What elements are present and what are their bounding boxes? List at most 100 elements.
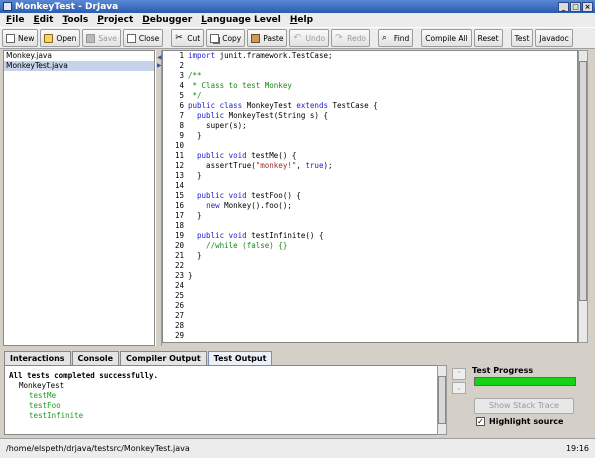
menu-tools[interactable]: Tools [62, 15, 88, 25]
highlight-source-label: Highlight source [489, 417, 564, 426]
test-suite-name: MonkeyTest [19, 381, 65, 390]
line-number: 28 [174, 321, 184, 330]
code-line: 17 } [163, 211, 577, 221]
minimize-icon[interactable]: _ [558, 1, 569, 12]
code-line: 27 [163, 311, 577, 321]
close-button[interactable]: Close [122, 29, 164, 47]
code-line: 29 [163, 331, 577, 341]
code-editor[interactable]: 1 import junit.framework.TestCase; 2 3 /** 4 … [162, 50, 578, 343]
tab-test-output[interactable]: Test Output [207, 351, 273, 365]
next-error-icon[interactable]: ⌄ [452, 382, 466, 394]
test-item[interactable]: testMe [9, 391, 439, 401]
menu-help[interactable]: Help [290, 15, 313, 25]
folder-icon [44, 33, 54, 43]
code-line: 7 public MonkeyTest(String s) { [163, 111, 577, 121]
code-line: 19 public void testInfinite() { [163, 231, 577, 241]
compile-all-button[interactable]: Compile All [421, 29, 472, 47]
tab-interactions[interactable]: Interactions [4, 351, 71, 365]
code-line: 9 } [163, 131, 577, 141]
cut-label: Cut [187, 33, 201, 43]
code-line: 4 * Class to test Monkey [163, 81, 577, 91]
show-stack-trace-button[interactable]: Show Stack Trace [474, 398, 574, 414]
line-number: 1 [179, 51, 184, 60]
code-line: 8 super(s); [163, 121, 577, 131]
line-number: 14 [174, 181, 184, 190]
code-text: /** [188, 71, 202, 80]
line-number: 29 [174, 331, 184, 340]
close-window-icon[interactable]: × [582, 1, 593, 12]
line-number: 19 [174, 231, 184, 240]
paste-button[interactable]: Paste [247, 29, 288, 47]
code-line: 26 [163, 301, 577, 311]
code-text: //while (false) {} [188, 241, 288, 250]
line-number: 26 [174, 301, 184, 310]
test-item[interactable]: testInfinite [9, 411, 439, 421]
file-item-monkey[interactable]: Monkey.java [4, 51, 154, 61]
code-line: 13 } [163, 171, 577, 181]
menu-language-level[interactable]: Language Level [201, 15, 281, 25]
code-line: 2 [163, 61, 577, 71]
test-item[interactable]: testFoo [9, 401, 439, 411]
code-text: public void testMe() { [197, 151, 297, 160]
code-text: */ [188, 91, 202, 100]
redo-label: Redo [347, 33, 366, 43]
javadoc-button[interactable]: Javadoc [535, 29, 573, 47]
copy-button[interactable]: Copy [206, 29, 246, 47]
line-number: 10 [174, 141, 184, 150]
tab-console[interactable]: Console [71, 351, 120, 365]
output-scroll-thumb[interactable] [438, 376, 446, 424]
test-output-pane[interactable]: All tests completed successfully. Monkey… [4, 365, 440, 435]
undo-button[interactable]: ↶ Undo [289, 29, 330, 47]
collapse-left-icon[interactable]: ◀ [157, 54, 162, 61]
clipboard-icon [251, 33, 261, 43]
code-text: import junit.framework.TestCase; [188, 51, 333, 60]
test-button[interactable]: Test [510, 29, 534, 47]
code-line: 16 new Monkey().foo(); [163, 201, 577, 211]
code-text: } [188, 211, 202, 220]
editor-scrollbar[interactable] [578, 50, 588, 343]
redo-button[interactable]: ↷ Redo [331, 29, 370, 47]
code-line: 15 public void testFoo() { [163, 191, 577, 201]
menu-debugger[interactable]: Debugger [142, 15, 192, 25]
line-number: 11 [174, 151, 184, 160]
menu-project[interactable]: Project [97, 15, 133, 25]
reset-button[interactable]: Reset [473, 29, 503, 47]
redo-icon: ↷ [335, 32, 343, 43]
line-number: 22 [174, 261, 184, 270]
copy-label: Copy [222, 33, 242, 43]
menu-edit[interactable]: Edit [33, 15, 53, 25]
javadoc-label: Javadoc [539, 33, 569, 43]
bottom-tabs: Interactions Console Compiler Output Tes… [4, 351, 273, 365]
horizontal-splitter[interactable] [0, 346, 595, 350]
find-button[interactable]: ⌕ Find [377, 29, 414, 47]
editor-scroll-thumb[interactable] [579, 61, 587, 301]
expand-right-icon[interactable]: ▶ [157, 62, 162, 69]
save-button[interactable]: Save [82, 29, 121, 47]
file-item-monkeytest[interactable]: MonkeyTest.java [4, 61, 154, 71]
new-file-icon [6, 33, 15, 43]
open-button[interactable]: Open [40, 29, 81, 47]
highlight-source-row: ✓ Highlight source [476, 417, 590, 426]
maximize-icon[interactable]: □ [570, 1, 581, 12]
new-button[interactable]: New [2, 29, 39, 47]
menu-bar: File Edit Tools Project Debugger Languag… [0, 13, 595, 27]
highlight-source-checkbox[interactable]: ✓ [476, 417, 485, 426]
line-number: 9 [179, 131, 184, 140]
previous-error-icon[interactable]: ⌃ [452, 368, 466, 380]
document-list: Monkey.java MonkeyTest.java [3, 50, 155, 346]
save-label: Save [98, 33, 117, 43]
code-line: 18 [163, 221, 577, 231]
cursor-position: 19:16 [565, 444, 589, 453]
cut-button[interactable]: ✂ Cut [171, 29, 205, 47]
vertical-splitter[interactable]: ◀ ▶ [155, 50, 162, 346]
menu-file[interactable]: File [6, 15, 24, 25]
test-summary: All tests completed successfully. [9, 371, 159, 380]
window-controls: _ □ × [558, 1, 593, 12]
tab-compiler-output[interactable]: Compiler Output [120, 351, 207, 365]
output-scrollbar[interactable] [437, 365, 447, 435]
code-text: public void testFoo() { [197, 191, 301, 200]
file-path: /home/elspeth/drjava/testsrc/MonkeyTest.… [6, 444, 190, 453]
